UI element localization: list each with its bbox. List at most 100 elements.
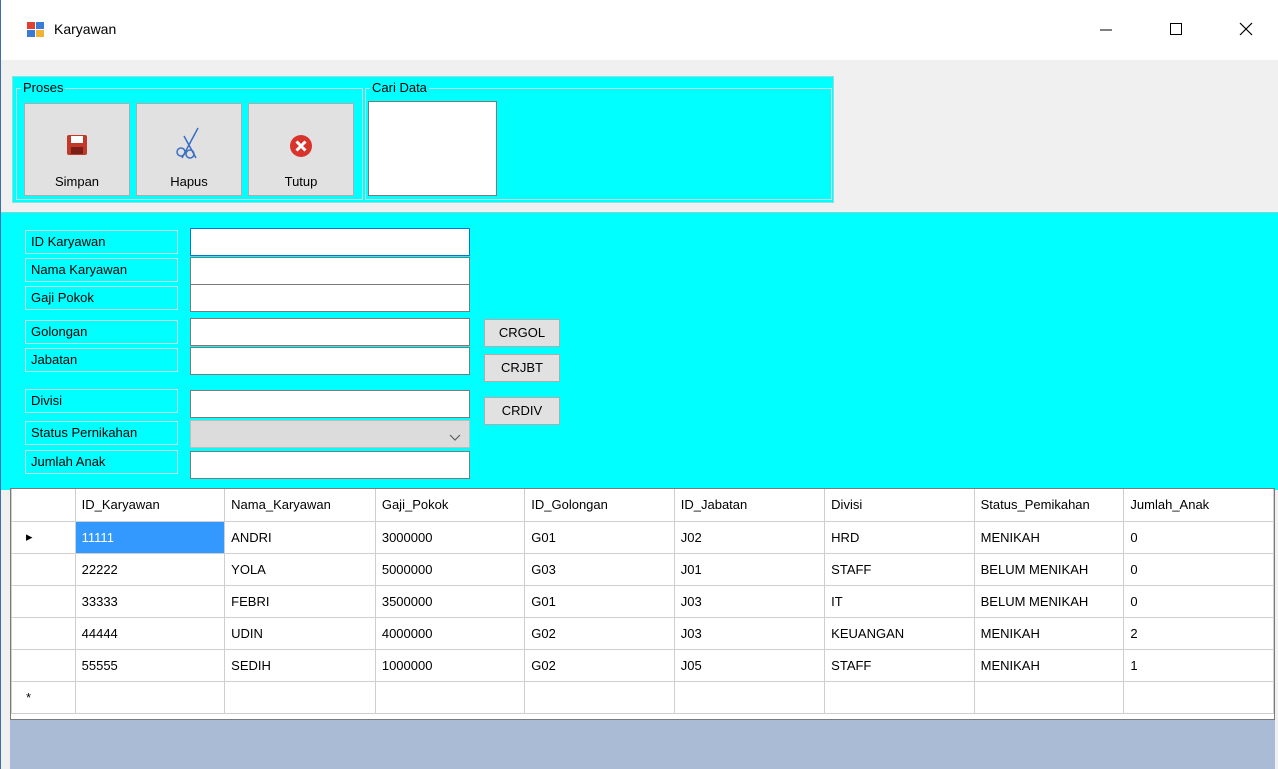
grid-cell[interactable]: 33333 (74, 584, 226, 618)
column-header[interactable]: Jumlah_Anak (1123, 489, 1274, 522)
jumlah-anak-label: Jumlah Anak (25, 450, 178, 474)
row-header[interactable] (11, 584, 76, 618)
gaji-pokok-field[interactable] (190, 284, 470, 312)
jumlah-anak-field[interactable] (190, 451, 470, 479)
table-row[interactable]: ▸ 11111 ANDRI 3000000 G01 J02 HRD MENIKA… (11, 520, 1274, 554)
column-header[interactable]: Gaji_Pokok (374, 489, 526, 522)
id-karyawan-field[interactable] (190, 228, 470, 256)
grid-cell[interactable]: MENIKAH (973, 520, 1125, 554)
grid-cell[interactable]: J01 (673, 552, 826, 586)
tutup-label: Tutup (284, 174, 318, 189)
minimize-icon (1100, 23, 1112, 38)
maximize-button[interactable] (1153, 14, 1199, 46)
grid-cell[interactable]: 1 (1123, 648, 1274, 682)
grid-cell[interactable] (374, 680, 526, 714)
table-row[interactable]: 44444 UDIN 4000000 G02 J03 KEUANGAN MENI… (11, 616, 1274, 650)
divisi-label: Divisi (25, 389, 178, 413)
column-header[interactable]: Divisi (824, 489, 975, 522)
divisi-field[interactable] (190, 390, 470, 418)
minimize-button[interactable] (1083, 14, 1129, 46)
close-button[interactable] (1223, 14, 1269, 46)
grid-cell[interactable]: 3500000 (374, 584, 526, 618)
grid-cell[interactable]: FEBRI (224, 584, 376, 618)
grid-cell[interactable]: 2 (1123, 616, 1274, 650)
grid-cell[interactable] (824, 680, 975, 714)
column-header[interactable]: Nama_Karyawan (224, 489, 376, 522)
row-header-corner (11, 489, 76, 522)
status-pernikahan-label: Status Pernikahan (25, 421, 178, 445)
title-bar[interactable]: Karyawan (1, 0, 1278, 60)
grid-table: ID_Karyawan Nama_Karyawan Gaji_Pokok ID_… (11, 489, 1274, 714)
column-header[interactable]: ID_Jabatan (673, 489, 826, 522)
grid-cell[interactable]: 11111 (74, 520, 226, 554)
new-row-indicator[interactable]: * (11, 680, 76, 714)
jabatan-label: Jabatan (25, 348, 178, 372)
hapus-button[interactable]: Hapus (136, 103, 242, 196)
data-grid[interactable]: ID_Karyawan Nama_Karyawan Gaji_Pokok ID_… (10, 488, 1275, 720)
app-form-icon (27, 22, 45, 38)
grid-cell[interactable] (673, 680, 826, 714)
grid-cell[interactable]: ANDRI (224, 520, 376, 554)
grid-cell[interactable] (74, 680, 226, 714)
column-header[interactable]: Status_Pemikahan (973, 489, 1125, 522)
grid-cell[interactable]: UDIN (224, 616, 376, 650)
row-header[interactable] (11, 616, 76, 650)
simpan-label: Simpan (54, 174, 100, 189)
grid-cell[interactable]: SEDIH (224, 648, 376, 682)
crjbt-button[interactable]: CRJBT (484, 354, 560, 382)
grid-cell[interactable]: STAFF (824, 648, 975, 682)
table-row[interactable]: 22222 YOLA 5000000 G03 J01 STAFF BELUM M… (11, 552, 1274, 586)
grid-cell[interactable]: 0 (1123, 552, 1274, 586)
grid-cell[interactable]: 1000000 (374, 648, 526, 682)
grid-cell[interactable]: HRD (824, 520, 975, 554)
golongan-field[interactable] (190, 318, 470, 346)
grid-cell[interactable]: 4000000 (374, 616, 526, 650)
crgol-button[interactable]: CRGOL (484, 319, 560, 347)
tutup-button[interactable]: Tutup (248, 103, 354, 196)
grid-cell[interactable] (973, 680, 1125, 714)
grid-cell[interactable]: STAFF (824, 552, 975, 586)
grid-cell[interactable] (524, 680, 675, 714)
table-row[interactable]: 55555 SEDIH 1000000 G02 J05 STAFF MENIKA… (11, 648, 1274, 682)
grid-cell[interactable]: 55555 (74, 648, 226, 682)
grid-cell[interactable]: G03 (524, 552, 675, 586)
grid-cell[interactable]: IT (824, 584, 975, 618)
grid-cell[interactable]: J05 (673, 648, 826, 682)
grid-cell[interactable]: 5000000 (374, 552, 526, 586)
row-header[interactable] (11, 552, 76, 586)
grid-cell[interactable] (224, 680, 376, 714)
cari-data-label: Cari Data (370, 80, 429, 96)
grid-cell[interactable]: 22222 (74, 552, 226, 586)
close-icon (1239, 22, 1253, 39)
row-header[interactable] (11, 648, 76, 682)
grid-cell[interactable]: J03 (673, 584, 826, 618)
simpan-button[interactable]: Simpan (24, 103, 130, 196)
grid-cell[interactable]: G01 (524, 584, 675, 618)
grid-cell[interactable] (1123, 680, 1274, 714)
grid-cell[interactable]: G02 (524, 648, 675, 682)
status-pernikahan-select[interactable] (190, 420, 470, 448)
grid-cell[interactable]: J02 (673, 520, 826, 554)
column-header[interactable]: ID_Golongan (524, 489, 675, 522)
table-row[interactable]: 33333 FEBRI 3500000 G01 J03 IT BELUM MEN… (11, 584, 1274, 618)
grid-cell[interactable]: YOLA (224, 552, 376, 586)
grid-cell[interactable]: 0 (1123, 520, 1274, 554)
grid-cell[interactable]: G02 (524, 616, 675, 650)
column-header[interactable]: ID_Karyawan (74, 489, 226, 522)
grid-cell[interactable]: J03 (673, 616, 826, 650)
cari-data-box[interactable] (368, 101, 497, 196)
new-row[interactable]: * (11, 680, 1274, 714)
grid-cell[interactable]: G01 (524, 520, 675, 554)
nama-karyawan-field[interactable] (190, 257, 470, 285)
grid-cell[interactable]: 3000000 (374, 520, 526, 554)
grid-cell[interactable]: KEUANGAN (824, 616, 975, 650)
grid-cell[interactable]: MENIKAH (973, 648, 1125, 682)
grid-cell[interactable]: 0 (1123, 584, 1274, 618)
crdiv-button[interactable]: CRDIV (484, 397, 560, 425)
grid-cell[interactable]: 44444 (74, 616, 226, 650)
jabatan-field[interactable] (190, 347, 470, 375)
grid-cell[interactable]: BELUM MENIKAH (973, 552, 1125, 586)
grid-cell[interactable]: BELUM MENIKAH (973, 584, 1125, 618)
current-row-indicator[interactable]: ▸ (11, 520, 76, 554)
grid-cell[interactable]: MENIKAH (973, 616, 1125, 650)
